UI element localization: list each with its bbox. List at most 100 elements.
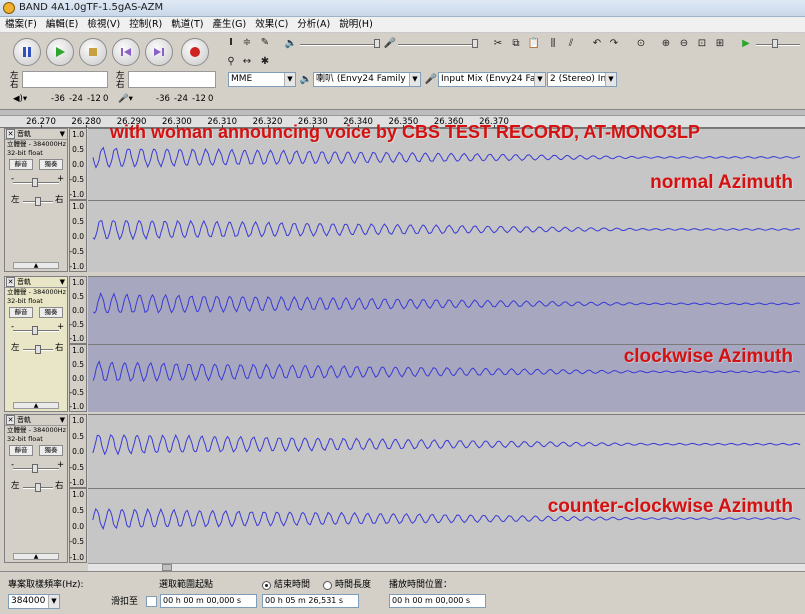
envelope-tool-icon[interactable]: ≑	[240, 36, 254, 50]
copy-icon[interactable]: ⧉	[509, 37, 523, 51]
menu-file[interactable]: 檔案(F)	[0, 17, 41, 32]
end-time-radio[interactable]	[262, 581, 271, 590]
play-speed-thumb[interactable]	[772, 39, 778, 48]
waveform-channel[interactable]	[88, 344, 805, 412]
record-meter-mic-icon[interactable]: 🎤▾	[118, 94, 133, 104]
menu-edit[interactable]: 編輯(E)	[41, 17, 82, 32]
length-radio[interactable]	[323, 581, 332, 590]
amplitude-scale[interactable]: 1.0 0.5 0.0 -0.5 -1.0	[69, 344, 87, 412]
collapse-track-button[interactable]: ▲	[13, 402, 59, 409]
solo-button[interactable]: 獨奏	[39, 445, 63, 456]
solo-button[interactable]: 獨奏	[39, 307, 63, 318]
play-at-speed-icon[interactable]: ▶	[739, 37, 753, 51]
close-track-icon[interactable]: ✕	[6, 129, 15, 139]
zoom-tool-icon[interactable]: ⚲	[224, 55, 238, 69]
record-button[interactable]	[181, 38, 209, 66]
multi-tool-icon[interactable]: ✱	[258, 55, 272, 69]
close-track-icon[interactable]: ✕	[6, 277, 15, 287]
output-volume-thumb[interactable]	[374, 39, 380, 48]
menu-view[interactable]: 檢視(V)	[82, 17, 124, 32]
stop-button[interactable]	[79, 38, 107, 66]
selection-tool-icon[interactable]: I	[224, 36, 238, 50]
close-track-icon[interactable]: ✕	[6, 415, 15, 425]
amplitude-scale[interactable]: 1.0 0.5 0.0 -0.5 -1.0	[69, 200, 87, 272]
zoom-out-icon[interactable]: ⊖	[677, 37, 691, 51]
sync-lock-icon[interactable]: ⊙	[634, 37, 648, 51]
audio-track[interactable]: ✕ 音軌 ▼ 立體聲 - 384000Hz 32-bit float 靜音 獨奏 - + 左右 ▲ 1…	[0, 276, 805, 412]
track-control-panel[interactable]: ✕ 音軌 ▼ 立體聲 - 384000Hz 32-bit float 靜音 獨奏 - + 左右 ▲	[4, 414, 68, 563]
collapse-track-button[interactable]: ▲	[13, 262, 59, 269]
mute-button[interactable]: 靜音	[9, 445, 33, 456]
input-device-select[interactable]: Input Mix (Envy24 Fa ▼	[438, 72, 546, 87]
fit-selection-icon[interactable]: ⊡	[695, 37, 709, 51]
track-control-panel[interactable]: ✕ 音軌 ▼ 立體聲 - 384000Hz 32-bit float 靜音 獨奏 - + 左右 ▲	[4, 276, 68, 412]
zoom-in-icon[interactable]: ⊕	[659, 37, 673, 51]
playback-meter-speaker-icon[interactable]: ◀)▾	[13, 94, 27, 104]
track-name-button[interactable]: 音軌	[17, 415, 31, 425]
play-button[interactable]	[46, 38, 74, 66]
pan-slider-thumb[interactable]	[35, 345, 41, 354]
menu-analyze[interactable]: 分析(A)	[292, 17, 334, 32]
pan-slider-thumb[interactable]	[35, 483, 41, 492]
collapse-track-button[interactable]: ▲	[13, 553, 59, 560]
waveform-channel[interactable]	[88, 128, 805, 200]
pause-button[interactable]	[13, 38, 41, 66]
track-menu-chevron-icon[interactable]: ▼	[60, 129, 65, 139]
waveform-channel[interactable]	[88, 200, 805, 272]
amplitude-scale[interactable]: 1.0 0.5 0.0 -0.5 -1.0	[69, 128, 87, 200]
record-meter[interactable]	[128, 71, 216, 88]
cut-icon[interactable]: ✂	[491, 37, 505, 51]
gain-slider-thumb[interactable]	[32, 178, 38, 187]
output-device-select[interactable]: 喇叭 (Envy24 Family ▼	[313, 72, 421, 87]
amplitude-scale[interactable]: 1.0 0.5 0.0 -0.5 -1.0	[69, 414, 87, 488]
play-speed-slider[interactable]	[756, 44, 800, 46]
input-volume-thumb[interactable]	[472, 39, 478, 48]
mute-button[interactable]: 靜音	[9, 159, 33, 170]
skip-end-button[interactable]	[145, 38, 173, 66]
timeline-ruler[interactable]: 26.270 26.280 26.290 26.300 26.310 26.320 26.3…	[0, 110, 805, 128]
trim-icon[interactable]: ⫼	[546, 37, 560, 51]
track-name-button[interactable]: 音軌	[17, 277, 31, 287]
solo-button[interactable]: 獨奏	[39, 159, 63, 170]
scroll-thumb[interactable]	[162, 564, 172, 571]
menu-effect[interactable]: 效果(C)	[250, 17, 292, 32]
undo-icon[interactable]: ↶	[590, 37, 604, 51]
redo-icon[interactable]: ↷	[607, 37, 621, 51]
mute-button[interactable]: 靜音	[9, 307, 33, 318]
fit-project-icon[interactable]: ⊞	[713, 37, 727, 51]
waveform-channel[interactable]	[88, 414, 805, 488]
amplitude-scale[interactable]: 1.0 0.5 0.0 -0.5 -1.0	[69, 488, 87, 563]
playback-meter[interactable]	[22, 71, 108, 88]
snap-to-checkbox[interactable]	[146, 596, 157, 607]
paste-icon[interactable]: 📋	[527, 37, 541, 51]
selection-end-field[interactable]: 00 h 05 m 26,531 s	[262, 594, 359, 608]
waveform-channel[interactable]	[88, 488, 805, 563]
track-control-panel[interactable]: ✕ 音軌 ▼ 立體聲 - 384000Hz 32-bit float 靜音 獨奏 - + 左右 ▲	[4, 128, 68, 272]
menu-transport[interactable]: 控制(R)	[124, 17, 166, 32]
menu-tracks[interactable]: 軌道(T)	[166, 17, 207, 32]
audio-track[interactable]: ✕ 音軌 ▼ 立體聲 - 384000Hz 32-bit float 靜音 獨奏 - + 左右 ▲ 1…	[0, 128, 805, 272]
gain-slider-thumb[interactable]	[32, 464, 38, 473]
gain-slider-thumb[interactable]	[32, 326, 38, 335]
draw-tool-icon[interactable]: ✎	[258, 36, 272, 50]
skip-start-button[interactable]	[112, 38, 140, 66]
horizontal-scrollbar[interactable]	[88, 563, 805, 571]
pan-slider-thumb[interactable]	[35, 197, 41, 206]
host-select[interactable]: MME ▼	[228, 72, 296, 87]
amplitude-scale[interactable]: 1.0 0.5 0.0 -0.5 -1.0	[69, 276, 87, 344]
output-volume-slider[interactable]	[300, 44, 378, 46]
track-menu-chevron-icon[interactable]: ▼	[60, 415, 65, 425]
track-menu-chevron-icon[interactable]: ▼	[60, 277, 65, 287]
project-rate-select[interactable]: 384000 ▼	[8, 594, 60, 609]
input-volume-slider[interactable]	[398, 44, 478, 46]
menu-generate[interactable]: 產生(G)	[207, 17, 250, 32]
input-channels-select[interactable]: 2 (Stereo) In ▼	[547, 72, 617, 87]
selection-start-field[interactable]: 00 h 00 m 00,000 s	[160, 594, 257, 608]
audio-position-field[interactable]: 00 h 00 m 00,000 s	[389, 594, 486, 608]
waveform-channel[interactable]	[88, 276, 805, 344]
timeshift-tool-icon[interactable]: ↔	[240, 55, 254, 69]
track-name-button[interactable]: 音軌	[17, 129, 31, 139]
silence-icon[interactable]: ⫽	[564, 37, 578, 51]
audio-track[interactable]: ✕ 音軌 ▼ 立體聲 - 384000Hz 32-bit float 靜音 獨奏 - + 左右 ▲ 1…	[0, 414, 805, 563]
menu-help[interactable]: 說明(H)	[334, 17, 377, 32]
